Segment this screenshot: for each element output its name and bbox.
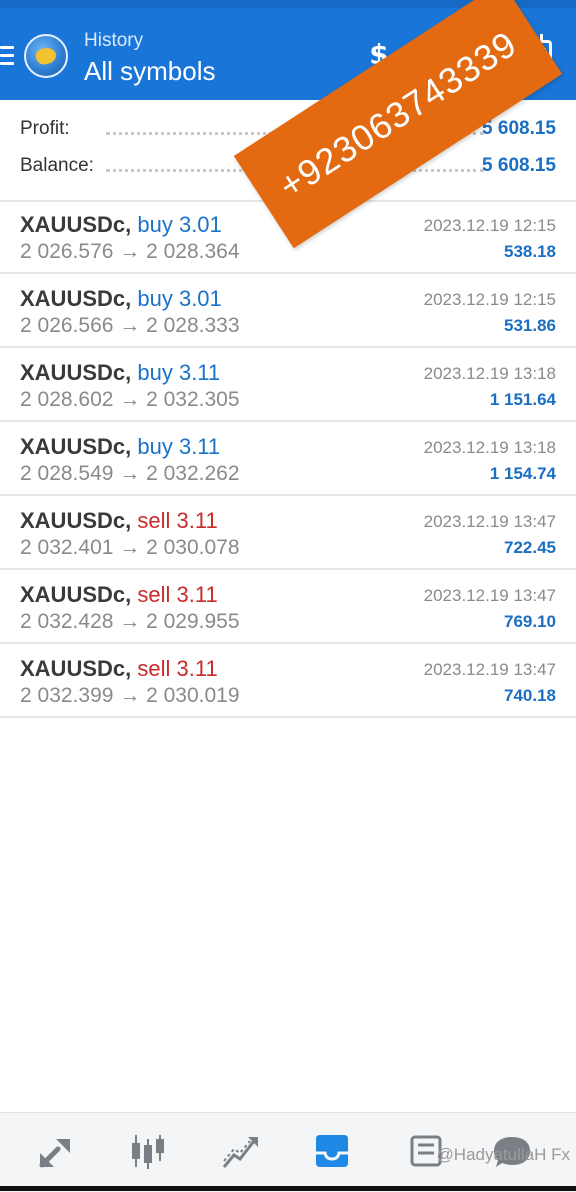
deal-row[interactable]: XAUUSDc, sell 3.11 2 032.401 → 2 030.078… xyxy=(0,498,576,570)
deal-symbol: XAUUSDc, sell 3.11 xyxy=(20,582,218,607)
deal-type: sell 3.11 xyxy=(137,656,218,681)
bottom-navigation: @HadyatullaH Fx xyxy=(0,1112,576,1192)
deal-row[interactable]: XAUUSDc, buy 3.11 2 028.602 → 2 032.305 … xyxy=(0,350,576,422)
deal-time: 2023.12.19 13:47 xyxy=(423,512,556,531)
deal-prices: 2 032.401 → 2 030.078 xyxy=(20,536,240,559)
deal-symbol: XAUUSDc, buy 3.11 xyxy=(20,360,221,385)
deal-symbol: XAUUSDc, buy 3.01 xyxy=(20,212,222,237)
deal-profit: 740.18 xyxy=(504,686,556,705)
balance-value: 5 608.15 xyxy=(482,155,556,176)
deal-profit: 1 154.74 xyxy=(489,464,556,483)
deal-profit: 769.10 xyxy=(504,612,556,631)
deal-time: 2023.12.19 13:47 xyxy=(423,660,556,679)
chart-icon[interactable] xyxy=(128,1131,168,1171)
deal-row[interactable]: XAUUSDc, buy 3.11 2 028.549 → 2 032.262 … xyxy=(0,424,576,496)
deal-prices: 2 028.602 → 2 032.305 xyxy=(20,388,240,411)
deal-type: sell 3.11 xyxy=(137,582,218,607)
trade-icon[interactable] xyxy=(220,1131,260,1171)
quotes-icon[interactable] xyxy=(36,1131,76,1171)
app-logo xyxy=(24,34,68,78)
deal-profit: 1 151.64 xyxy=(489,390,556,409)
deal-type: buy 3.11 xyxy=(137,360,221,385)
deal-row[interactable]: XAUUSDc, sell 3.11 2 032.399 → 2 030.019… xyxy=(0,646,576,718)
deal-type: buy 3.11 xyxy=(137,434,221,459)
deal-prices: 2 032.399 → 2 030.019 xyxy=(20,684,240,707)
deal-time: 2023.12.19 13:18 xyxy=(423,364,556,383)
deal-row[interactable]: XAUUSDc, sell 3.11 2 032.428 → 2 029.955… xyxy=(0,572,576,644)
deal-type: buy 3.01 xyxy=(137,286,222,311)
history-icon[interactable] xyxy=(312,1131,352,1171)
deal-symbol: XAUUSDc, buy 3.01 xyxy=(20,286,222,311)
deal-type: sell 3.11 xyxy=(137,508,218,533)
deal-prices: 2 032.428 → 2 029.955 xyxy=(20,610,240,633)
deal-time: 2023.12.19 13:18 xyxy=(423,438,556,457)
watermark-text: @HadyatullaH Fx xyxy=(436,1145,570,1164)
deal-profit: 722.45 xyxy=(504,538,556,557)
deal-time: 2023.12.19 13:47 xyxy=(423,586,556,605)
deal-prices: 2 028.549 → 2 032.262 xyxy=(20,462,240,485)
system-nav-bar xyxy=(0,1186,576,1191)
deal-symbol: XAUUSDc, sell 3.11 xyxy=(20,656,218,681)
profit-value: 5 608.15 xyxy=(482,118,556,139)
deal-type: buy 3.01 xyxy=(137,212,222,237)
deal-prices: 2 026.566 → 2 028.333 xyxy=(20,314,240,337)
deal-time: 2023.12.19 12:15 xyxy=(423,290,556,309)
deal-profit: 531.86 xyxy=(504,316,556,335)
header-title[interactable]: All symbols xyxy=(84,56,215,87)
deal-symbol: XAUUSDc, sell 3.11 xyxy=(20,508,218,533)
deal-time: 2023.12.19 12:15 xyxy=(423,216,556,235)
deal-row[interactable]: XAUUSDc, buy 3.01 2 026.566 → 2 028.333 … xyxy=(0,276,576,348)
deal-symbol: XAUUSDc, buy 3.11 xyxy=(20,434,221,459)
deal-prices: 2 026.576 → 2 028.364 xyxy=(20,240,240,263)
balance-label: Balance: xyxy=(20,155,94,176)
menu-icon[interactable] xyxy=(0,46,14,66)
deal-profit: 538.18 xyxy=(504,242,556,261)
header-subtitle: History xyxy=(84,30,144,51)
profit-label: Profit: xyxy=(20,118,70,139)
